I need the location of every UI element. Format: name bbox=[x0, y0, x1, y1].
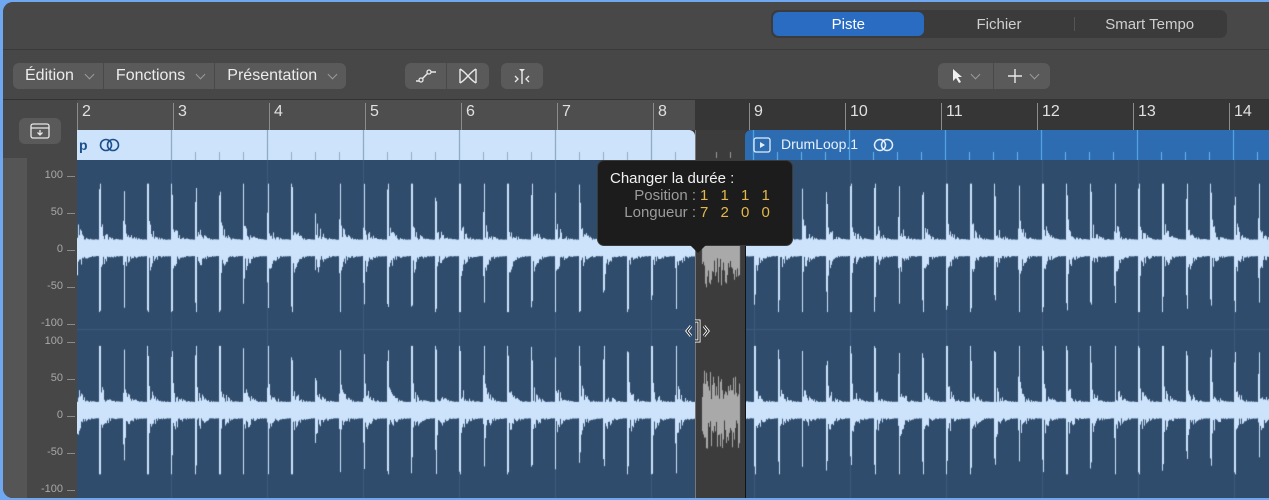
ruler-bar-number: 8 bbox=[653, 103, 667, 130]
crosshair-tool-menu[interactable] bbox=[994, 63, 1050, 89]
ruler-bar-number: 9 bbox=[749, 103, 763, 130]
tab-piste[interactable]: Piste bbox=[773, 12, 924, 36]
region-header-left[interactable]: p bbox=[77, 130, 695, 160]
ruler-bar-number: 4 bbox=[269, 103, 283, 130]
cycle-area bbox=[77, 100, 695, 130]
resize-tooltip: Changer la durée : Position :1 1 1 1 Lon… bbox=[597, 160, 793, 253]
scale-tick bbox=[67, 453, 75, 454]
top-bar: Piste Fichier Smart Tempo bbox=[3, 2, 1269, 50]
crossfade-icon bbox=[459, 68, 477, 84]
scale-label: 0 bbox=[56, 409, 63, 421]
stereo-icon bbox=[873, 138, 894, 152]
ruler-bar-number: 5 bbox=[365, 103, 379, 130]
scale-tick bbox=[67, 490, 75, 491]
length-label: Longueur : bbox=[624, 204, 696, 221]
collapse-icon bbox=[30, 123, 50, 139]
scale-label: -100 bbox=[40, 317, 63, 329]
length-value: 7 2 0 0 bbox=[700, 204, 774, 221]
tool-menus bbox=[938, 63, 1050, 89]
ruler-bar-number: 13 bbox=[1133, 103, 1156, 130]
ruler-bar-number: 11 bbox=[941, 103, 963, 130]
app-window: Piste Fichier Smart Tempo Édition Foncti… bbox=[3, 2, 1269, 498]
flex-curve-icon bbox=[415, 69, 436, 83]
stereo-icon bbox=[99, 138, 120, 152]
chevron-down-icon bbox=[84, 69, 95, 79]
menu-presentation[interactable]: Présentation bbox=[215, 63, 346, 89]
menu-edition-label: Édition bbox=[25, 67, 74, 84]
scale-tick bbox=[67, 324, 75, 325]
ruler-bar-number: 7 bbox=[557, 103, 571, 130]
menu-fonctions[interactable]: Fonctions bbox=[104, 63, 216, 89]
crosshair-tool-icon bbox=[1007, 69, 1022, 83]
chevron-down-icon bbox=[327, 69, 338, 79]
crossfade-button[interactable] bbox=[447, 63, 489, 89]
scale-label: 0 bbox=[56, 243, 63, 255]
ruler-bar-number: 2 bbox=[77, 103, 91, 130]
snap-marker-button[interactable] bbox=[501, 63, 543, 89]
flex-curve-button[interactable] bbox=[405, 63, 447, 89]
ruler-bar-number: 6 bbox=[461, 103, 475, 130]
bar-ruler[interactable]: 2 3 4 5 6 7 8 9 10 11 12 13 14 bbox=[77, 100, 1269, 130]
ruler-bar-number: 14 bbox=[1229, 103, 1252, 130]
scale-tick bbox=[67, 250, 75, 251]
chevron-down-icon bbox=[970, 69, 981, 79]
collapse-button[interactable] bbox=[19, 118, 61, 144]
scale-label: -50 bbox=[47, 446, 63, 458]
snap-marker-icon bbox=[514, 69, 530, 84]
scale-label: -100 bbox=[40, 483, 63, 495]
scale-tick bbox=[67, 287, 75, 288]
menu-fonctions-label: Fonctions bbox=[115, 67, 186, 84]
ruler-bar-number: 12 bbox=[1037, 103, 1060, 130]
chevron-down-icon bbox=[1029, 69, 1039, 79]
pointer-tool-menu[interactable] bbox=[938, 63, 994, 89]
scale-label: 100 bbox=[44, 169, 63, 181]
menu-bar: Édition Fonctions Présentation bbox=[13, 63, 347, 89]
scale-tick bbox=[67, 342, 75, 343]
track-header-column: 100 50 0 -50 -100 100 50 0 -50 -100 bbox=[3, 100, 77, 498]
scale-tick bbox=[67, 416, 75, 417]
ruler-bar-number: 10 bbox=[845, 103, 868, 130]
tooltip-title: Changer la durée : bbox=[610, 170, 735, 187]
play-region-icon bbox=[753, 137, 771, 153]
scale-label: 50 bbox=[50, 206, 63, 218]
scale-tick bbox=[67, 176, 75, 177]
scale-label: 100 bbox=[44, 335, 63, 347]
tab-smart-tempo[interactable]: Smart Tempo bbox=[1074, 12, 1225, 36]
chevron-down-icon bbox=[195, 69, 206, 79]
editor-toolbar: Édition Fonctions Présentation bbox=[3, 50, 1269, 100]
menu-presentation-label: Présentation bbox=[227, 67, 318, 84]
scale-label: 50 bbox=[50, 372, 63, 384]
region-header-drumloop[interactable]: DrumLoop.1 bbox=[745, 130, 1269, 160]
scale-tick bbox=[67, 213, 75, 214]
region-name: p bbox=[79, 137, 88, 153]
menu-edition[interactable]: Édition bbox=[13, 63, 104, 89]
tab-fichier[interactable]: Fichier bbox=[924, 12, 1075, 36]
scale-tick bbox=[67, 379, 75, 380]
region-name: DrumLoop.1 bbox=[781, 136, 859, 152]
region-waveform-drumloop[interactable] bbox=[745, 160, 1269, 498]
snap-group bbox=[501, 63, 543, 89]
position-label: Position : bbox=[634, 187, 696, 204]
pointer-tool-icon bbox=[953, 69, 962, 83]
position-value: 1 1 1 1 bbox=[700, 187, 774, 204]
edit-mode-buttons bbox=[405, 63, 489, 89]
editor-tabs: Piste Fichier Smart Tempo bbox=[771, 10, 1227, 38]
resize-cursor-icon bbox=[685, 319, 710, 343]
ruler-bar-number: 3 bbox=[173, 103, 187, 130]
scale-label: -50 bbox=[47, 280, 63, 292]
